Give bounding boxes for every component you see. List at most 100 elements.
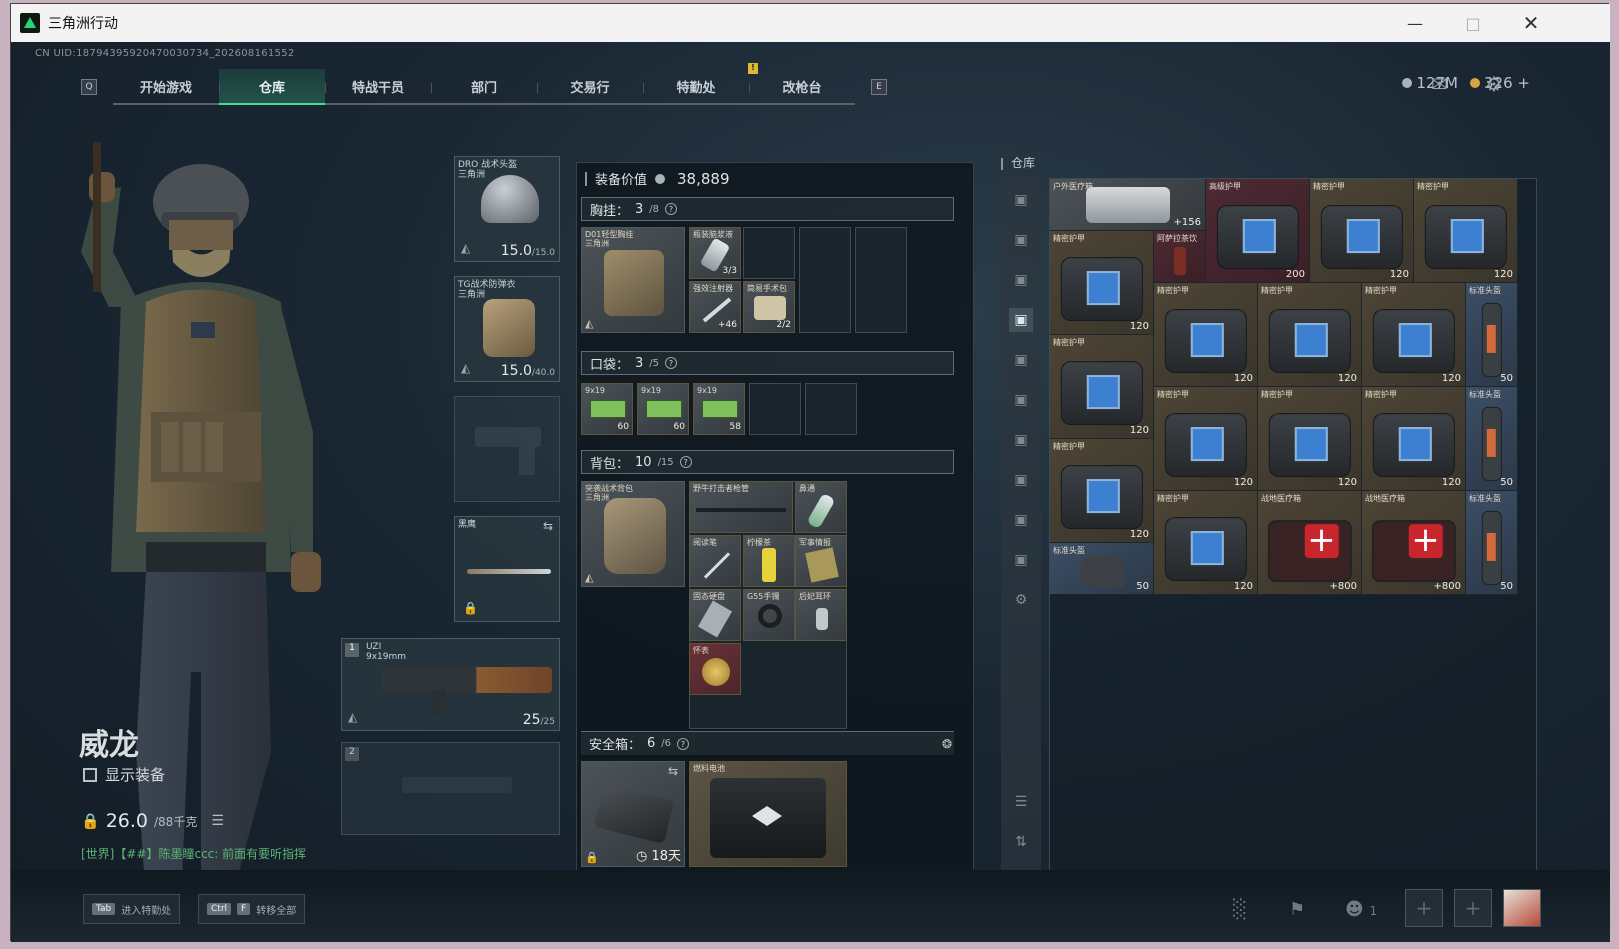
stash-item[interactable]: 精密护甲 120 (1362, 283, 1466, 387)
item-name: 野牛打击者枪管 (693, 484, 749, 493)
armor-slot[interactable]: TG战术防弹衣 三角洲 ◭ 15.0/40.0 (454, 276, 560, 382)
help-icon[interactable]: ? (679, 456, 692, 468)
add-currency-button[interactable]: + (1517, 74, 1530, 92)
transfer-all-button[interactable]: Ctrl F 转移全部 (198, 894, 306, 924)
stash-page-icon[interactable]: ▣ (1009, 388, 1033, 412)
stash-item[interactable]: 精密护甲 120 (1050, 335, 1154, 439)
backpack-slot-item[interactable]: 军事情报 (795, 535, 847, 587)
settings-gear-icon[interactable]: ⚙ (1485, 72, 1503, 96)
minimize-button[interactable]: — (1392, 4, 1438, 42)
tab-warehouse[interactable]: 仓库 (219, 69, 325, 105)
stash-page-icon-active[interactable]: ▣ (1009, 308, 1033, 332)
swap-icon[interactable]: ⇆ (668, 764, 678, 778)
backpack-slot-item[interactable]: 野牛打击者枪管 (689, 481, 793, 533)
stash-page-icon[interactable]: ▣ (1009, 548, 1033, 572)
close-button[interactable]: ✕ (1508, 4, 1554, 42)
stash-page-icon[interactable]: ▣ (1009, 228, 1033, 252)
show-equipment-toggle[interactable]: 显示装备 (83, 764, 165, 785)
sort-icon[interactable]: ⇅ (1009, 830, 1033, 854)
pocket-item[interactable]: 9x19 60 (637, 383, 689, 435)
tab-prev-key[interactable]: Q (81, 79, 97, 95)
backpack-slot-item[interactable]: 鼻通 (795, 481, 847, 533)
backpack-slot-item[interactable]: 怀表 (689, 643, 741, 695)
safebox-slot-item[interactable]: 燃料电池 (689, 761, 847, 867)
help-icon[interactable]: ? (665, 357, 678, 369)
stash-page-icon[interactable]: ▣ (1009, 188, 1033, 212)
helmet-slot[interactable]: DRO 战术头盔 三角洲 ◭ 15.0/15.0 (454, 156, 560, 262)
stash-item[interactable]: 战地医疗箱 +800 (1362, 491, 1466, 595)
pocket-item[interactable]: 9x19 58 (693, 383, 745, 435)
enter-special-ops-button[interactable]: Tab 进入特勤处 (83, 894, 181, 924)
squad-icon[interactable]: ☻ 1 (1345, 899, 1377, 920)
safebox-item[interactable]: ⇆ 🔒 ◷ 18天 (581, 761, 685, 867)
mail-icon[interactable]: ✉ (1431, 72, 1448, 96)
tab-start-game[interactable]: 开始游戏 (113, 69, 219, 105)
stats-chart-icon[interactable]: ░ (1233, 899, 1247, 920)
stash-page-icon[interactable]: ▣ (1009, 268, 1033, 292)
stash-page-icon[interactable]: ▣ (1009, 468, 1033, 492)
stash-item[interactable]: 阿萨拉茶饮 (1154, 231, 1206, 283)
tab-market[interactable]: 交易行 (537, 69, 643, 105)
stash-item[interactable]: 标准头盔 50 (1050, 543, 1154, 595)
world-chat-line[interactable]: [世界]【##】陈墨瞳ccc: 前面有要听指挥 (81, 845, 306, 862)
secondary-weapon-slot[interactable]: 2 (341, 742, 560, 835)
backpack-slot-item[interactable]: 后妃耳环 (795, 589, 847, 641)
stash-item[interactable]: 精密护甲 120 (1050, 439, 1154, 543)
stash-page-icon[interactable]: ▣ (1009, 508, 1033, 532)
primary-weapon-slot[interactable]: 1 UZI 9x19mm ◭ 25/25 (341, 638, 560, 731)
backpack-item[interactable]: 突袭战术背包 三角洲 ◭ (581, 481, 685, 587)
stash-settings-gear-icon[interactable]: ⚙ (1009, 588, 1033, 612)
stash-item[interactable]: 精密护甲 120 (1050, 231, 1154, 335)
empty-slot[interactable] (749, 383, 801, 435)
invite-slot-button[interactable]: + (1454, 889, 1492, 927)
tab-department[interactable]: 部门 (431, 69, 537, 105)
stash-item[interactable]: 高级护甲 200 (1206, 179, 1310, 283)
swap-icon[interactable]: ⇆ (543, 519, 553, 533)
empty-slot[interactable] (805, 383, 857, 435)
flag-icon[interactable]: ⚑ (1289, 899, 1305, 920)
stash-item[interactable]: 战地医疗箱 +800 (1258, 491, 1362, 595)
melee-slot[interactable]: 黑鹰 ⇆ 🔒 (454, 516, 560, 622)
show-equipment-checkbox[interactable] (83, 767, 97, 782)
help-icon[interactable]: ? (665, 203, 678, 215)
tab-next-key[interactable]: E (871, 79, 887, 95)
backpack-slot-item[interactable]: 柠檬茶 (743, 535, 795, 587)
stash-item[interactable]: 精密护甲 120 (1258, 283, 1362, 387)
tab-operators[interactable]: 特战干员 (325, 69, 431, 105)
pin-icon[interactable]: ❂ (942, 737, 952, 751)
stash-item[interactable]: 精密护甲 120 (1258, 387, 1362, 491)
empty-slot[interactable] (799, 227, 851, 333)
stash-item[interactable]: 标准头盔 50 (1466, 283, 1518, 387)
empty-slot[interactable] (855, 227, 907, 333)
rig-slot-item[interactable]: 简易手术包 2/2 (743, 281, 795, 333)
stash-page-icon[interactable]: ▣ (1009, 348, 1033, 372)
rig-item[interactable]: D01轻型胸挂 三角洲 ◭ (581, 227, 685, 333)
invite-slot-button[interactable]: + (1405, 889, 1443, 927)
help-icon[interactable]: ? (677, 737, 690, 750)
stash-item[interactable]: 标准头盔 50 (1466, 387, 1518, 491)
stash-item[interactable]: 精密护甲 120 (1362, 387, 1466, 491)
stash-item[interactable]: 精密护甲 120 (1154, 491, 1258, 595)
pistol-slot[interactable] (454, 396, 560, 502)
silver-coin-icon (1402, 78, 1413, 88)
stash-item[interactable]: 精密护甲 120 (1154, 387, 1258, 491)
backpack-slot-item[interactable]: 固态硬盘 (689, 589, 741, 641)
maximize-button[interactable]: □ (1450, 4, 1496, 42)
backpack-slot-item[interactable]: 阅读笔 (689, 535, 741, 587)
rig-slot-item[interactable]: 瓶装脑浆液 3/3 (689, 227, 741, 279)
stash-page-icon[interactable]: ▣ (1009, 428, 1033, 452)
list-icon[interactable]: ☰ (211, 813, 224, 829)
avatar[interactable] (1503, 889, 1541, 927)
pocket-item[interactable]: 9x19 60 (581, 383, 633, 435)
stash-item[interactable]: 标准头盔 50 (1466, 491, 1518, 595)
stash-item[interactable]: 精密护甲 120 (1310, 179, 1414, 283)
rig-slot-item[interactable]: 强效注射器 +46 (689, 281, 741, 333)
backpack-slot-item[interactable]: G55手镯 (743, 589, 795, 641)
tab-special-ops[interactable]: 特勤处 (643, 69, 749, 105)
stash-item[interactable]: 户外医疗箱 +156 (1050, 179, 1206, 231)
stash-item[interactable]: 精密护甲 120 (1154, 283, 1258, 387)
stash-item[interactable]: 精密护甲 120 (1414, 179, 1518, 283)
layers-icon[interactable]: ☰ (1009, 790, 1033, 814)
tab-gunsmith[interactable]: 改枪台 (749, 69, 855, 105)
empty-slot[interactable] (743, 227, 795, 279)
